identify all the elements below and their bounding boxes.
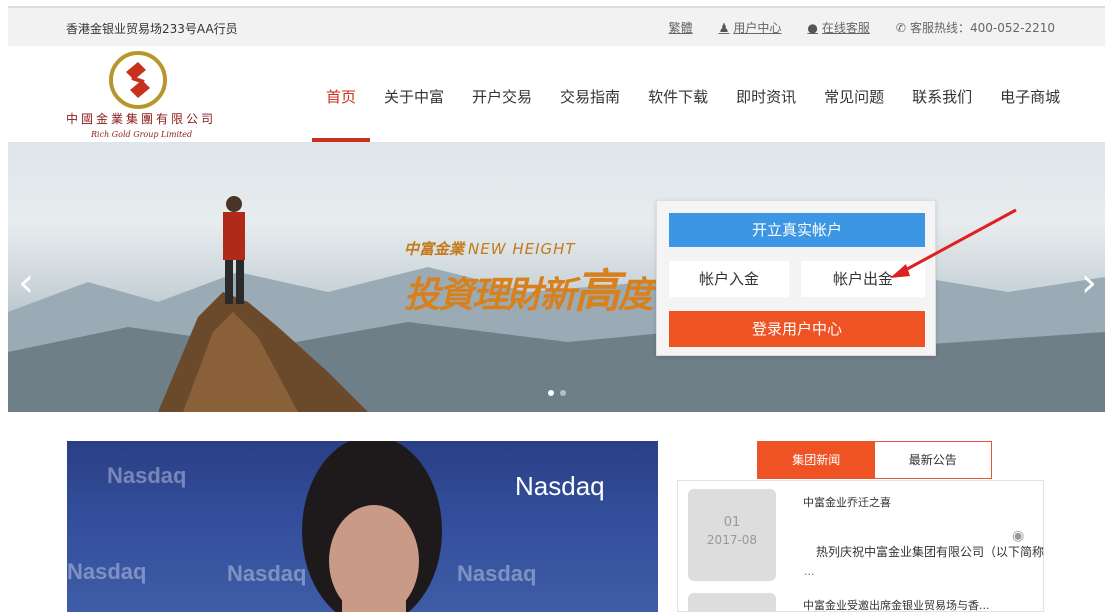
top-links: 繁體 ♟ 用户中心 ● 在线客服 ✆ 客服热线：400-052-2210 bbox=[643, 19, 1055, 36]
banner-dot-1[interactable] bbox=[548, 390, 554, 396]
news-title[interactable]: 中富金业乔迁之喜 bbox=[803, 494, 891, 510]
traditional-chinese-link[interactable]: 繁體 bbox=[669, 19, 693, 36]
nasdaq-logo: Nasdaq bbox=[457, 561, 537, 586]
top-bar: 香港金银业贸易场233号AA行员 繁體 ♟ 用户中心 ● 在线客服 ✆ 客服热线… bbox=[8, 6, 1105, 46]
banner-next-arrow[interactable]: › bbox=[1081, 260, 1097, 306]
banner-dot-2[interactable] bbox=[560, 390, 566, 396]
nasdaq-logo: Nasdaq bbox=[67, 559, 147, 584]
user-icon: ♟ bbox=[718, 20, 730, 35]
nav-item-trading-guide[interactable]: 交易指南 bbox=[546, 86, 634, 142]
nav-item-software-download[interactable]: 软件下载 bbox=[634, 86, 722, 142]
news-date-badge: 01 2017-08 bbox=[688, 489, 776, 581]
eye-icon: ◉ bbox=[1012, 528, 1025, 544]
nav-item-faq[interactable]: 常见问题 bbox=[810, 86, 898, 142]
annotation-arrow bbox=[890, 208, 1017, 278]
nav-item-news[interactable]: 即时资讯 bbox=[722, 86, 810, 142]
news-list: 01 2017-08 中富金业乔迁之喜 ◉ 热列庆祝中富金业集团有限公司（以下简… bbox=[677, 480, 1044, 612]
nav-item-home[interactable]: 首页 bbox=[312, 86, 371, 142]
nav-item-open-account[interactable]: 开户交易 bbox=[458, 86, 546, 142]
main-nav: 首页 关于中富 开户交易 交易指南 软件下载 即时资讯 常见问题 联系我们 电子… bbox=[312, 86, 1074, 142]
banner-prev-arrow[interactable]: ‹ bbox=[18, 260, 34, 306]
hero-banner: 中富金業 NEW HEIGHT 投資理財新高度 开立真实帐户 帐户入金 帐户出金 … bbox=[8, 142, 1105, 412]
news-title[interactable]: 中富金业受邀出席金银业贸易场与香... bbox=[803, 597, 990, 612]
tab-group-news[interactable]: 集团新闻 bbox=[758, 442, 875, 478]
news-summary: 热列庆祝中富金业集团有限公司（以下简称 bbox=[816, 545, 1045, 559]
tab-latest-notice[interactable]: 最新公告 bbox=[874, 442, 991, 478]
hotline: ✆ 客服热线：400-052-2210 bbox=[895, 20, 1055, 36]
news-tabs: 集团新闻 最新公告 bbox=[757, 441, 992, 479]
logo-emblem bbox=[109, 51, 167, 109]
site-logo[interactable]: 中國金業集團有限公司 Rich Gold Group Limited bbox=[66, 50, 231, 142]
news-ellipsis: ... bbox=[804, 565, 815, 578]
speaker-image bbox=[302, 441, 442, 612]
online-service-link[interactable]: ● 在线客服 bbox=[807, 19, 870, 36]
nav-item-contact[interactable]: 联系我们 bbox=[898, 86, 986, 142]
phone-icon: ✆ bbox=[895, 20, 906, 35]
nav-item-mall[interactable]: 电子商城 bbox=[986, 86, 1074, 142]
news-date-badge bbox=[688, 593, 776, 612]
nav-item-about[interactable]: 关于中富 bbox=[370, 86, 458, 142]
nasdaq-logo: Nasdaq bbox=[515, 471, 605, 501]
banner-pagination bbox=[548, 390, 566, 396]
chat-icon: ● bbox=[807, 20, 818, 35]
logo-english-name: Rich Gold Group Limited bbox=[91, 130, 193, 139]
logo-chinese-name: 中國金業集團有限公司 bbox=[66, 112, 217, 126]
company-address: 香港金银业贸易场233号AA行员 bbox=[66, 22, 238, 36]
user-center-link[interactable]: ♟ 用户中心 bbox=[719, 19, 782, 36]
nasdaq-logo: Nasdaq bbox=[107, 463, 187, 488]
video-player[interactable]: Nasdaq Nasdaq Nasdaq Nasdaq Nasdaq bbox=[67, 441, 658, 612]
